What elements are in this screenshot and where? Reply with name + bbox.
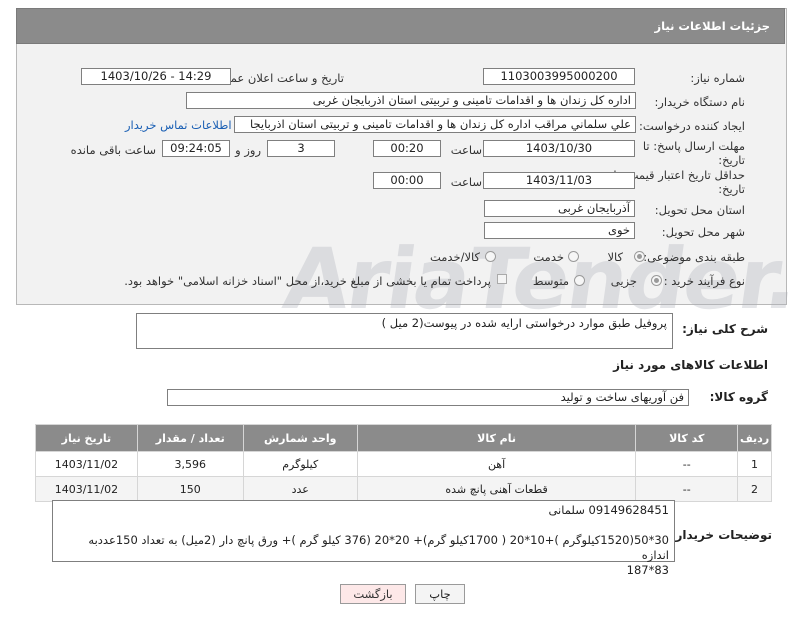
buyer-notes-line2: 30*50(1520کیلوگرم )+10*20 ( 1700کیلو گرم… bbox=[88, 533, 669, 562]
print-button[interactable]: چاپ bbox=[415, 584, 465, 604]
description-label: شرح کلی نیاز: bbox=[682, 322, 768, 336]
buyer-notes-spacer bbox=[58, 518, 669, 533]
days-label: روز و bbox=[235, 143, 261, 157]
back-button[interactable]: بازگشت bbox=[340, 584, 406, 604]
description-field: پروفیل طبق موارد درخواستی ارایه شده در پ… bbox=[136, 313, 673, 349]
remaining-label: ساعت باقی مانده bbox=[70, 143, 156, 157]
deadline-time-field: 00:20 bbox=[373, 140, 441, 157]
cell-row-number: 1 bbox=[737, 451, 772, 477]
col-unit: واحد شمارش bbox=[242, 424, 358, 452]
category-option-goods-service: کالا/خدمت bbox=[429, 250, 480, 264]
requester-field: علي سلماني مراقب اداره کل زندان ها و اقد… bbox=[234, 116, 636, 133]
cell-row-number: 2 bbox=[737, 476, 772, 502]
province-field: آذربایجان غربی bbox=[484, 200, 635, 217]
buyer-org-label: نام دستگاه خریدار: bbox=[654, 95, 745, 109]
buyer-notes-field: 09149628451 سلمانی 30*50(1520کیلوگرم )+1… bbox=[52, 500, 675, 577]
cell-item-name: آهن bbox=[356, 451, 637, 477]
col-row-number: ردیف bbox=[737, 424, 772, 452]
need-number-field: 1103003995000200 bbox=[483, 68, 635, 85]
validity-time-field: 00:00 bbox=[373, 172, 441, 189]
cell-unit: عدد bbox=[242, 476, 358, 502]
col-item-name: نام کالا bbox=[356, 424, 637, 452]
treasury-note: پرداخت تمام یا بخشی از مبلغ خرید،از محل … bbox=[124, 274, 491, 288]
province-label: استان محل تحویل: bbox=[654, 203, 745, 217]
process-option-medium: متوسط bbox=[532, 274, 569, 288]
validity-label-date: تاریخ: bbox=[718, 182, 745, 196]
deadline-label-date: تاریخ: bbox=[718, 153, 745, 167]
city-field: خوی bbox=[484, 222, 635, 239]
table-header-row: ردیف کد کالا نام کالا واحد شمارش تعداد /… bbox=[35, 424, 772, 452]
category-radio-service[interactable] bbox=[568, 251, 579, 262]
requester-label: ایجاد کننده درخواست: bbox=[639, 119, 745, 133]
panel-title: جزئیات اطلاعات نیاز bbox=[654, 19, 770, 33]
validity-time-label: ساعت bbox=[450, 175, 482, 189]
goods-table: ردیف کد کالا نام کالا واحد شمارش تعداد /… bbox=[35, 424, 772, 502]
cell-need-date: 1403/11/02 bbox=[35, 476, 138, 502]
days-field: 3 bbox=[267, 140, 335, 157]
process-label: نوع فرآیند خرید : bbox=[663, 274, 745, 288]
deadline-date-field: 1403/10/30 bbox=[483, 140, 635, 157]
category-radio-goods-service[interactable] bbox=[485, 251, 496, 262]
buyer-notes-label: توضیحات خریدار: bbox=[670, 528, 772, 542]
validity-date-field: 1403/11/03 bbox=[483, 172, 635, 189]
category-label: طبقه بندی موضوعی: bbox=[643, 250, 745, 264]
col-quantity: تعداد / مقدار bbox=[136, 424, 244, 452]
buyer-notes-line1: 09149628451 سلمانی bbox=[548, 503, 669, 517]
buyer-contact-link[interactable]: اطلاعات تماس خریدار bbox=[125, 118, 232, 132]
treasury-checkbox[interactable] bbox=[497, 274, 507, 284]
table-row: 1 -- آهن کیلوگرم 3,596 1403/11/02 bbox=[35, 451, 772, 477]
cell-quantity: 150 bbox=[136, 476, 244, 502]
process-radio-medium[interactable] bbox=[574, 275, 585, 286]
announce-field: 1403/10/26 - 14:29 bbox=[81, 68, 231, 85]
cell-item-code: -- bbox=[635, 451, 739, 477]
panel-header: جزئیات اطلاعات نیاز bbox=[16, 8, 785, 44]
category-option-goods: کالا bbox=[607, 250, 623, 264]
buyer-notes-line3: 83*187 bbox=[626, 563, 669, 577]
goods-group-field: فن آوریهای ساخت و تولید bbox=[167, 389, 689, 406]
cell-quantity: 3,596 bbox=[136, 451, 244, 477]
process-radio-minor[interactable] bbox=[651, 275, 662, 286]
goods-section-title: اطلاعات کالاهای مورد نیاز bbox=[613, 358, 768, 372]
category-option-service: خدمت bbox=[533, 250, 564, 264]
table-row: 2 -- قطعات آهنی پانچ شده عدد 150 1403/11… bbox=[35, 476, 772, 502]
cell-unit: کیلوگرم bbox=[242, 451, 358, 477]
deadline-label: مهلت ارسال پاسخ: تا bbox=[642, 139, 745, 153]
need-number-label: شماره نیاز: bbox=[690, 71, 745, 85]
cell-need-date: 1403/11/02 bbox=[35, 451, 138, 477]
process-option-minor: جزیی bbox=[610, 274, 637, 288]
cell-item-name: قطعات آهنی پانچ شده bbox=[356, 476, 637, 502]
remaining-time-field: 09:24:05 bbox=[162, 140, 230, 157]
col-item-code: کد کالا bbox=[635, 424, 739, 452]
col-need-date: تاریخ نیاز bbox=[35, 424, 138, 452]
goods-group-label: گروه کالا: bbox=[709, 390, 768, 404]
buyer-org-field: اداره کل زندان ها و اقدامات تامینی و ترب… bbox=[186, 92, 636, 109]
category-radio-goods[interactable] bbox=[634, 251, 645, 262]
city-label: شهر محل تحویل: bbox=[661, 225, 745, 239]
cell-item-code: -- bbox=[635, 476, 739, 502]
deadline-time-label: ساعت bbox=[450, 143, 482, 157]
